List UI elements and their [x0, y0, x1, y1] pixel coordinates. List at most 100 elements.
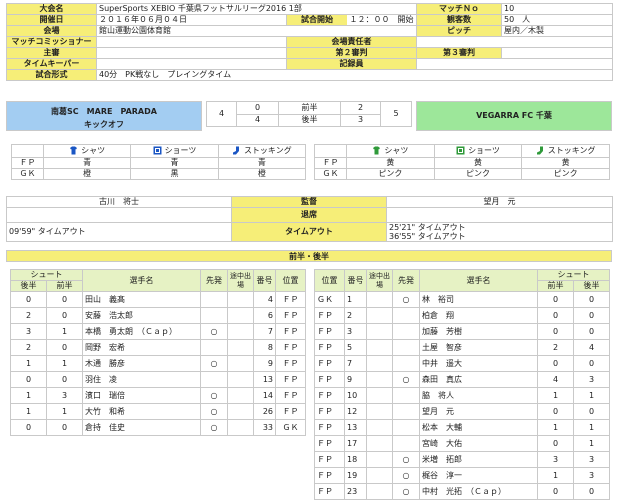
away-shots-first-half: 0 — [537, 355, 574, 372]
away-number-header: 番号 — [344, 269, 367, 292]
away-player-name-header: 選手名 — [419, 269, 538, 292]
away-shots-first-half: 2 — [537, 339, 574, 356]
home-shots-second-half: 2 — [10, 339, 47, 356]
away-starter-mark — [392, 387, 420, 404]
home-kit-fp-shorts: 青 — [130, 157, 219, 169]
home-first-half-score: 0 — [236, 101, 279, 115]
away-shots-second-half: 1 — [573, 419, 610, 436]
away-player-position: ＦＰ — [314, 339, 345, 356]
away-shots-second-half: 0 — [573, 307, 610, 324]
home-shots-first-half: 1 — [46, 323, 83, 340]
home-starter-mark: ○ — [200, 323, 228, 340]
section-title-text: 前半・後半 — [289, 252, 329, 261]
home-shots-first-half: 0 — [46, 419, 83, 436]
commissioner-label: マッチコミッショナー — [6, 36, 97, 48]
table-row: ＦＰ 18 ○ 米増 拓郎 3 3 — [314, 451, 610, 468]
away-shots-second-half: 0 — [573, 323, 610, 340]
away-shots-first-half: 0 — [537, 291, 574, 308]
away-sub-mark — [366, 451, 393, 468]
home-player-position: ＦＰ — [275, 355, 306, 372]
away-player-name: 望月 元 — [419, 403, 538, 420]
away-player-number: 18 — [344, 451, 367, 468]
home-sub-mark — [227, 387, 254, 404]
home-player-name: 田山 義髙 — [82, 291, 201, 308]
away-shots-second-half: 3 — [573, 371, 610, 388]
home-starter-mark: ○ — [200, 387, 228, 404]
away-sub-mark — [366, 467, 393, 484]
timekeeper-label: タイムキーパー — [6, 58, 97, 70]
away-shots-first-half: 1 — [537, 419, 574, 436]
away-shots-first-half: 1 — [537, 467, 574, 484]
home-kit-socks-header: ストッキング — [243, 146, 292, 155]
referee-label: 主審 — [6, 47, 97, 59]
home-shots-second-half: 1 — [10, 403, 47, 420]
away-starter-mark — [392, 403, 420, 420]
away-player-position: ＦＰ — [314, 355, 345, 372]
home-player-number: 6 — [253, 307, 276, 324]
home-shoot-header: シュート — [10, 269, 83, 281]
home-timeout: 09'59" タイムアウト — [6, 222, 232, 242]
home-player-name: 木通 勝彦 — [82, 355, 201, 372]
format-label: 試合形式 — [6, 69, 97, 81]
home-starter-mark — [200, 307, 228, 324]
away-starter-mark: ○ — [392, 371, 420, 388]
table-row: ＦＰ 17 宮崎 大佑 0 1 — [314, 435, 610, 452]
attendance-value: 50 人 — [501, 14, 613, 26]
attendance-label: 観客数 — [416, 14, 502, 26]
home-kit-gk-socks: 橙 — [217, 168, 307, 180]
table-row: ＦＰ 3 加藤 芳樹 0 0 — [314, 323, 610, 340]
away-kit-fp-label: ＦＰ — [314, 157, 347, 169]
home-sub-mark — [227, 355, 254, 372]
home-sub-mark — [227, 371, 254, 388]
first-half-label: 前半 — [278, 101, 341, 115]
table-row: ＧＫ 1 ○ 林 裕司 0 0 — [314, 291, 610, 308]
away-starter-mark — [392, 307, 420, 324]
home-shots-second-half: 1 — [10, 355, 47, 372]
sendoff-label: 退席 — [231, 207, 387, 223]
away-kit-shirt-header: シャツ — [384, 146, 409, 155]
away-kit-gk-shirt: ピンク — [346, 168, 435, 180]
home-player-number: 33 — [253, 419, 276, 436]
table-row: 2 0 岡野 宏希 8 ＦＰ — [10, 339, 306, 356]
away-player-position: ＦＰ — [314, 371, 345, 388]
venue-manager-value — [416, 36, 613, 48]
home-kit-gk-shirt: 橙 — [42, 168, 132, 180]
home-player-name: 安藤 浩太郎 — [82, 307, 201, 324]
away-position-header: 位置 — [314, 269, 345, 292]
home-player-name: 羽住 凌 — [82, 371, 201, 388]
table-row: 1 3 濱口 瑞倍 ○ 14 ＦＰ — [10, 387, 306, 404]
score-table: 4 0 前半 2 5 4 後半 3 — [206, 101, 412, 127]
away-player-position: ＦＰ — [314, 403, 345, 420]
timekeeper-value — [96, 58, 287, 70]
match-info-table: 大会名 SuperSports XEBIO 千葉県フットサルリーグ2016 1部… — [6, 3, 613, 81]
home-shots-second-half: 0 — [10, 371, 47, 388]
match-no-value: 10 — [501, 3, 613, 15]
away-team-name: VEGARRA FC 千葉 — [476, 111, 552, 120]
pitch-value: 屋内／木製 — [501, 25, 613, 37]
match-no-label: マッチＮｏ — [416, 3, 502, 15]
table-row: ＦＰ 9 ○ 森田 真広 4 3 — [314, 371, 610, 388]
away-player-name: 柏倉 翔 — [419, 307, 538, 324]
staff-table: 古川 将士 監督 望月 元 退席 09'59" タイムアウト タイムアウト 25… — [6, 196, 613, 242]
shorts-icon — [153, 146, 162, 155]
home-player-position: ＧＫ — [275, 419, 306, 436]
home-kit-table: シャツ ショーツ ストッキング ＦＰ 青 青 青 ＧＫ 橙 黒 橙 — [11, 144, 307, 180]
away-starter-mark — [392, 355, 420, 372]
away-player-table: 位置 番号 途中出場 先発 選手名 シュート 前半 後半 ＧＫ 1 ○ 林 裕司 0 0 Ｆ… — [314, 269, 610, 500]
away-kit-fp-socks: 黄 — [521, 157, 610, 169]
away-shots-second-half: 3 — [573, 451, 610, 468]
away-player-position: ＧＫ — [314, 291, 345, 308]
away-player-position: ＦＰ — [314, 467, 345, 484]
format-value: 40分 PK戦なし プレイングタイム — [96, 69, 613, 81]
home-player-number: 4 — [253, 291, 276, 308]
away-sub-header: 途中出場 — [366, 269, 393, 292]
away-starter-mark: ○ — [392, 451, 420, 468]
away-sub-mark — [366, 387, 393, 404]
home-coach: 古川 将士 — [6, 196, 232, 208]
recorder-label: 記録員 — [286, 58, 417, 70]
away-starter-mark: ○ — [392, 467, 420, 484]
away-shots-second-half: 0 — [573, 291, 610, 308]
home-player-position: ＦＰ — [275, 403, 306, 420]
away-player-name: 松本 大輔 — [419, 419, 538, 436]
socks-icon — [232, 146, 241, 155]
